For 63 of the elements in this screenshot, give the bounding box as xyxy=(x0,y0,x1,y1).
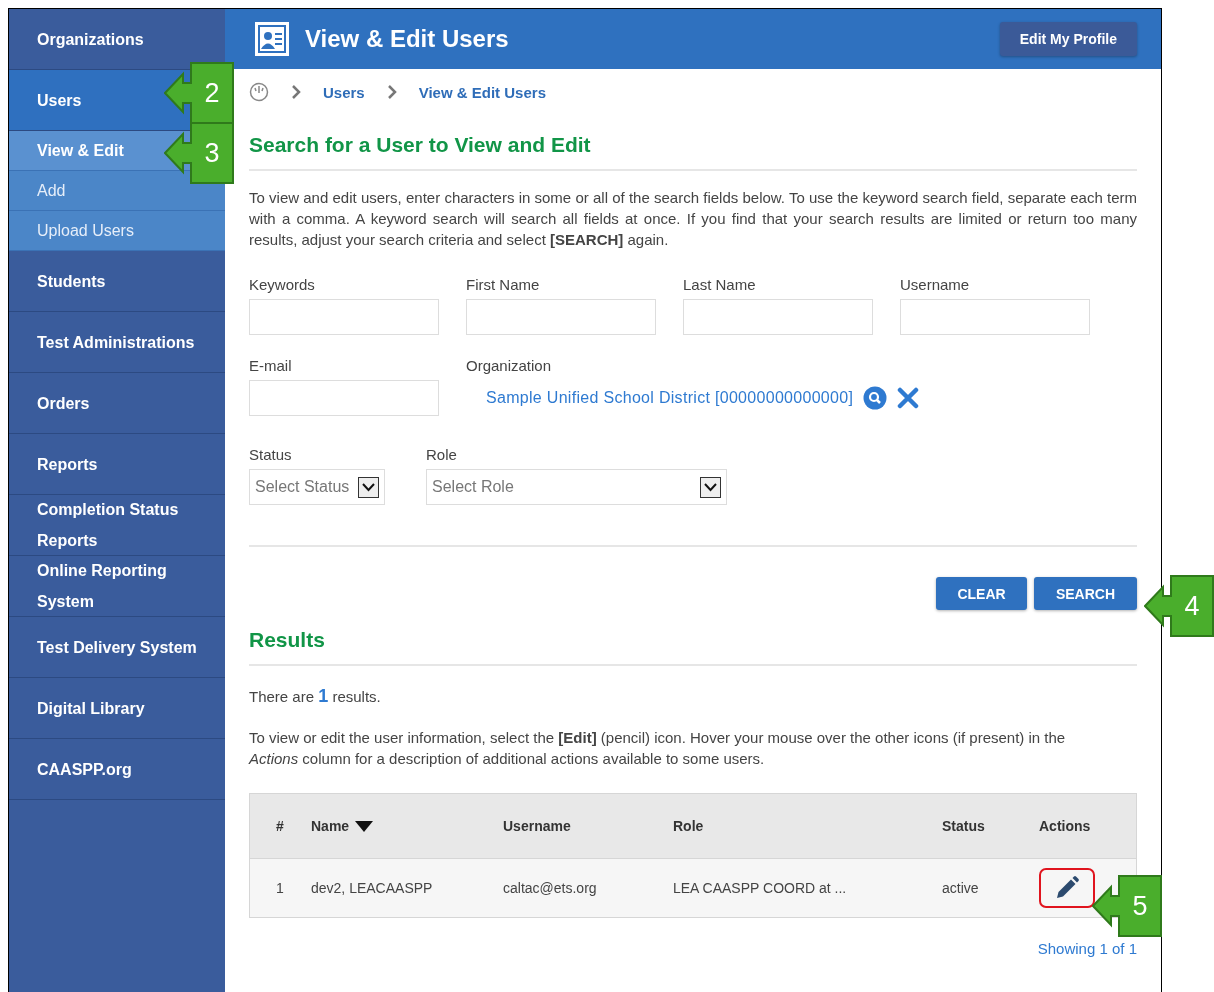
instructions-text: To view or edit the user information, select the [Edit] (pencil) icon. Hover your mouse over the other icons (if present) in the Actions column for a description of additional actions available to some users. xyxy=(249,728,1067,769)
callout-arrow: 2 xyxy=(164,62,234,124)
column-header: Username xyxy=(502,793,672,859)
field-label: E-mail xyxy=(249,357,293,374)
chevron-right-icon xyxy=(291,84,301,100)
search-button[interactable]: SEARCH xyxy=(1034,577,1137,610)
role-dropdown[interactable]: Select Role xyxy=(426,469,727,505)
search-icon[interactable] xyxy=(863,386,888,410)
table-cell: caltac@ets.org xyxy=(502,858,672,918)
breadcrumb-link[interactable]: Users xyxy=(323,83,365,101)
sidebar-item[interactable]: Students xyxy=(37,265,106,297)
user-card-icon xyxy=(255,22,289,56)
pagination-link[interactable]: Showing 1 of 1 xyxy=(1037,940,1137,957)
sidebar-item[interactable]: Digital Library xyxy=(37,692,145,724)
sidebar-item[interactable]: CAASPP.org xyxy=(37,753,132,785)
column-header: Actions xyxy=(1038,793,1137,859)
sidebar-item[interactable]: Online Reporting System xyxy=(37,555,197,617)
edit-button[interactable] xyxy=(1039,868,1095,908)
sidebar-item[interactable]: Users xyxy=(37,84,82,116)
field-label: First Name xyxy=(466,276,541,293)
close-icon[interactable] xyxy=(897,387,920,409)
input-field[interactable] xyxy=(683,299,873,335)
pencil-icon[interactable] xyxy=(1054,875,1080,901)
input-field[interactable] xyxy=(249,380,439,416)
field-label: Role xyxy=(426,446,458,463)
input-field[interactable] xyxy=(466,299,656,335)
chevron-right-icon xyxy=(386,84,397,100)
sidebar-item[interactable]: Orders xyxy=(37,387,90,419)
field-label: Organization xyxy=(466,357,553,374)
edit-profile-button[interactable]: Edit My Profile xyxy=(999,22,1137,56)
organization-value: Sample Unified School District [00000000000000] xyxy=(486,389,854,407)
dashboard-icon[interactable] xyxy=(249,82,269,102)
column-header: Status xyxy=(941,793,1038,859)
callout-arrow: 4 xyxy=(1144,575,1214,637)
section-heading: Search for a User to View and Edit xyxy=(249,115,1137,171)
intro-text: To view and edit users, enter characters in some or all of the search fields below. To use the keyword search field, separate each term with a comma. A keyword search will search all fields at once. If you find that your search results are limited or return too many results, adjust your search criteria and select [SEARCH] again. xyxy=(249,188,1137,250)
input-field[interactable] xyxy=(900,299,1090,335)
column-header: Role xyxy=(672,793,941,859)
input-field[interactable] xyxy=(249,299,439,335)
sort-descending-icon[interactable] xyxy=(355,820,374,832)
sidebar-item[interactable]: Test Administrations xyxy=(37,326,195,358)
results-count-text: There are 1 results. xyxy=(249,686,382,707)
clear-button[interactable]: CLEAR xyxy=(936,577,1027,610)
callout-arrow: 5 xyxy=(1092,875,1162,937)
table-cell: dev2, LEACAASPP xyxy=(310,858,502,918)
field-label: Keywords xyxy=(249,276,316,293)
sidebar-item[interactable]: Completion Status Reports xyxy=(37,494,197,556)
field-label: Username xyxy=(900,276,971,293)
field-label: Last Name xyxy=(683,276,757,293)
table-cell: active xyxy=(941,858,1038,918)
field-label: Status xyxy=(249,446,293,463)
status-dropdown[interactable]: Select Status xyxy=(249,469,385,505)
column-header[interactable]: Name xyxy=(310,793,502,859)
sidebar-item[interactable]: Reports xyxy=(37,448,98,480)
column-header: # xyxy=(249,793,310,859)
callout-arrow: 3 xyxy=(164,122,234,184)
page-title: View & Edit Users xyxy=(305,25,510,53)
sidebar-item[interactable]: Organizations xyxy=(37,23,144,55)
sidebar-item[interactable]: Test Delivery System xyxy=(37,631,197,663)
table-cell: LEA CAASPP COORD at ... xyxy=(672,858,941,918)
breadcrumb-link[interactable]: View & Edit Users xyxy=(418,83,546,101)
table-cell: 1 xyxy=(249,858,310,918)
section-heading: Results xyxy=(249,610,1137,666)
